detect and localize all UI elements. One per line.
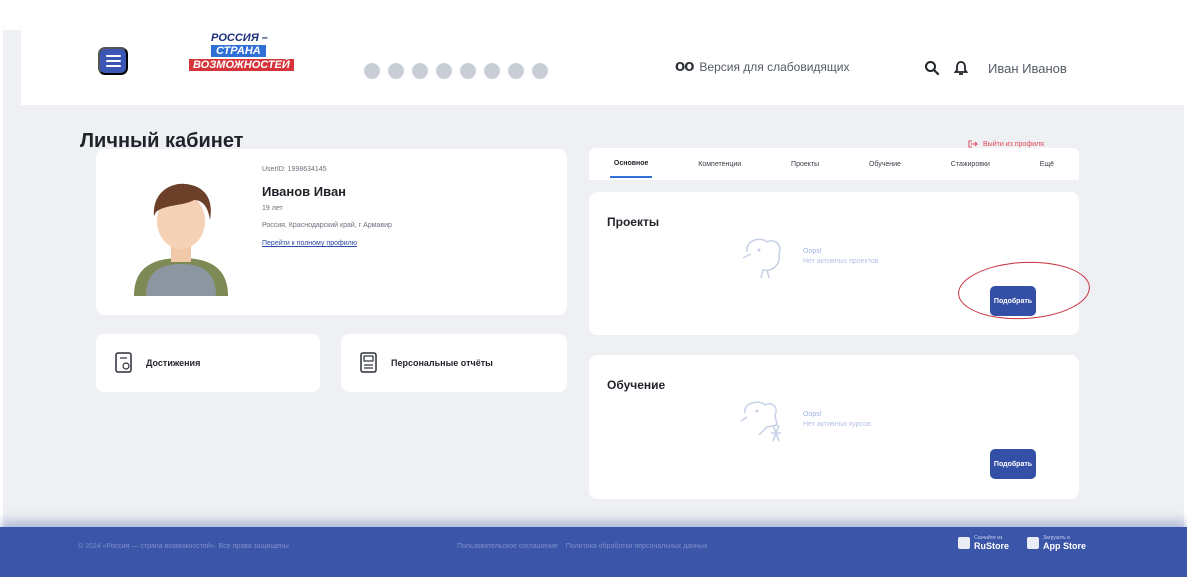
- telegram-icon[interactable]: [460, 63, 476, 79]
- logout-icon: [968, 140, 978, 148]
- search-icon[interactable]: [924, 60, 940, 76]
- projects-title: Проекты: [607, 215, 660, 229]
- ok-icon[interactable]: [388, 63, 404, 79]
- report-icon: [360, 352, 377, 373]
- reports-card[interactable]: Персональные отчёты: [341, 334, 567, 392]
- privacy-link[interactable]: Политика обработки персональных данных: [566, 543, 708, 550]
- appstore-badge[interactable]: Загрузить в App Store: [1027, 535, 1086, 551]
- pick-projects-button[interactable]: Подобрать: [990, 286, 1036, 316]
- dzen-icon[interactable]: [484, 63, 500, 79]
- footer-links: Пользовательское соглашение Политика обр…: [457, 543, 707, 550]
- pick-courses-button[interactable]: Подобрать: [990, 449, 1036, 479]
- certificate-icon: [115, 352, 132, 373]
- projects-empty-text: Нет активных проектов: [803, 258, 879, 265]
- rustore-badge[interactable]: Скачайте из RuStore: [958, 535, 1009, 551]
- projects-section: Проекты Oops! Нет активных проектов Подо…: [589, 192, 1079, 335]
- full-profile-link[interactable]: Перейти к полному профилю: [262, 240, 357, 247]
- user-id: UserID: 1998634145: [262, 166, 327, 173]
- empty-projects-illustration: [742, 238, 781, 279]
- learning-section: Обучение Oops! Нет активных курсов Подоб…: [589, 355, 1079, 499]
- logo-line-3: ВОЗМОЖНОСТЕЙ: [189, 59, 294, 71]
- profile-location: Россия, Краснодарский край, г Армавир: [262, 222, 392, 229]
- reports-label: Персональные отчёты: [391, 358, 493, 368]
- app-window: РОССИЯ – СТРАНА ВОЗМОЖНОСТЕЙ OO Версия д…: [3, 30, 1184, 577]
- vision-mode-link[interactable]: OO Версия для слабовидящих: [675, 60, 850, 74]
- top-header: РОССИЯ – СТРАНА ВОЗМОЖНОСТЕЙ OO Версия д…: [21, 30, 1184, 105]
- bell-icon[interactable]: [953, 60, 969, 76]
- achievements-card[interactable]: Достижения: [96, 334, 320, 392]
- profile-card: UserID: 1998634145 Иванов Иван 19 лет Ро…: [96, 149, 567, 315]
- logo-line-1: РОССИЯ –: [211, 32, 268, 44]
- tab-main[interactable]: Основное: [609, 151, 653, 178]
- header-user-name[interactable]: Иван Иванов: [988, 61, 1067, 76]
- tab-learning[interactable]: Обучение: [865, 152, 905, 177]
- youtube-icon[interactable]: [412, 63, 428, 79]
- empty-courses-illustration: [740, 401, 781, 442]
- store-badges: Скачайте из RuStore Загрузить в App Stor…: [958, 535, 1086, 551]
- learning-oops: Oops!: [803, 411, 822, 418]
- achievements-label: Достижения: [146, 358, 201, 368]
- appstore-name: App Store: [1043, 541, 1087, 551]
- footer-copyright: © 2024 «Россия — страна возможностей». В…: [78, 543, 289, 550]
- vk-icon[interactable]: [364, 63, 380, 79]
- rustore-name: RuStore: [974, 541, 1010, 551]
- profile-tabs: Основное Компетенции Проекты Обучение Ст…: [589, 148, 1079, 180]
- profile-name: Иванов Иван: [262, 184, 347, 199]
- apple-icon: [1027, 537, 1040, 549]
- tab-competencies[interactable]: Компетенции: [694, 152, 745, 177]
- logo-line-2: СТРАНА: [211, 45, 266, 57]
- terms-link[interactable]: Пользовательское соглашение: [457, 543, 558, 550]
- menu-button[interactable]: [98, 47, 128, 75]
- social-links: [364, 63, 548, 79]
- learning-title: Обучение: [607, 378, 666, 392]
- site-logo[interactable]: РОССИЯ – СТРАНА ВОЗМОЖНОСТЕЙ: [189, 32, 304, 78]
- yappy-icon[interactable]: [508, 63, 524, 79]
- vision-mode-label: Версия для слабовидящих: [699, 60, 850, 74]
- glasses-icon: OO: [675, 60, 694, 74]
- tab-internships[interactable]: Стажировки: [947, 152, 994, 177]
- tab-projects[interactable]: Проекты: [787, 152, 823, 177]
- profile-age: 19 лет: [262, 205, 283, 212]
- logout-label: Выйти из профиля: [983, 140, 1044, 148]
- avatar: [134, 183, 228, 296]
- page-footer: © 2024 «Россия — страна возможностей». В…: [0, 527, 1187, 577]
- tenchat-icon[interactable]: [532, 63, 548, 79]
- projects-oops: Oops!: [803, 248, 822, 255]
- rustore-icon: [958, 537, 970, 549]
- rutube-icon[interactable]: [436, 63, 452, 79]
- tab-more[interactable]: Ещё: [1036, 152, 1058, 177]
- learning-empty-text: Нет активных курсов: [803, 421, 871, 428]
